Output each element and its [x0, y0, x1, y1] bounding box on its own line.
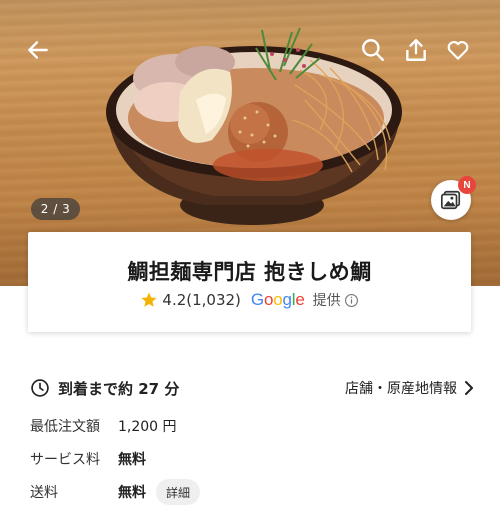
- review-count: (1,032): [186, 291, 241, 309]
- clock-icon: [31, 379, 49, 397]
- photo-counter: 2 / 3: [31, 198, 80, 220]
- delivery-fee-label: 送料: [30, 485, 58, 501]
- store-info-link[interactable]: 店舗・原産地情報: [345, 376, 475, 400]
- search-icon: [362, 39, 384, 61]
- eta-text: 到着まで約 27 分: [58, 379, 180, 398]
- service-fee-value: 無料: [118, 452, 146, 468]
- min-order-value: 1,200 円: [118, 419, 177, 435]
- service-fee-label: サービス料: [30, 452, 100, 468]
- service-fee-row: サービス料 無料: [30, 448, 146, 470]
- store-info-link-label: 店舗・原産地情報: [345, 381, 457, 397]
- min-order-label: 最低注文額: [30, 419, 100, 435]
- info-icon[interactable]: [344, 293, 359, 308]
- chevron-right-icon: [465, 381, 473, 395]
- favorite-button[interactable]: [442, 34, 474, 66]
- rating-row: 4.2 (1,032) Google 提供: [28, 289, 471, 311]
- back-arrow-icon: [28, 41, 48, 59]
- heart-icon: [447, 41, 469, 60]
- min-order-row: 最低注文額 1,200 円: [30, 415, 177, 437]
- eta-row: 到着まで約 27 分 店舗・原産地情報: [30, 376, 475, 400]
- search-button[interactable]: [357, 34, 389, 66]
- share-button[interactable]: [400, 34, 432, 66]
- back-button[interactable]: [22, 34, 54, 66]
- store-info-card: 鯛担麺専門店 抱きしめ鯛 4.2 (1,032) Google 提供: [28, 232, 471, 332]
- delivery-fee-details-button[interactable]: 詳細: [156, 479, 201, 505]
- star-icon: [141, 292, 157, 307]
- delivery-fee-row: 送料 無料 詳細: [30, 479, 201, 505]
- delivery-fee-value: 無料: [118, 485, 146, 501]
- gallery-icon: [441, 190, 461, 210]
- rating-value: 4.2: [162, 291, 187, 309]
- new-badge: N: [458, 176, 476, 194]
- store-name: 鯛担麺専門店 抱きしめ鯛: [127, 260, 372, 284]
- share-icon: [406, 39, 426, 61]
- google-logo: Google: [250, 290, 305, 309]
- provided-label: 提供: [312, 293, 341, 309]
